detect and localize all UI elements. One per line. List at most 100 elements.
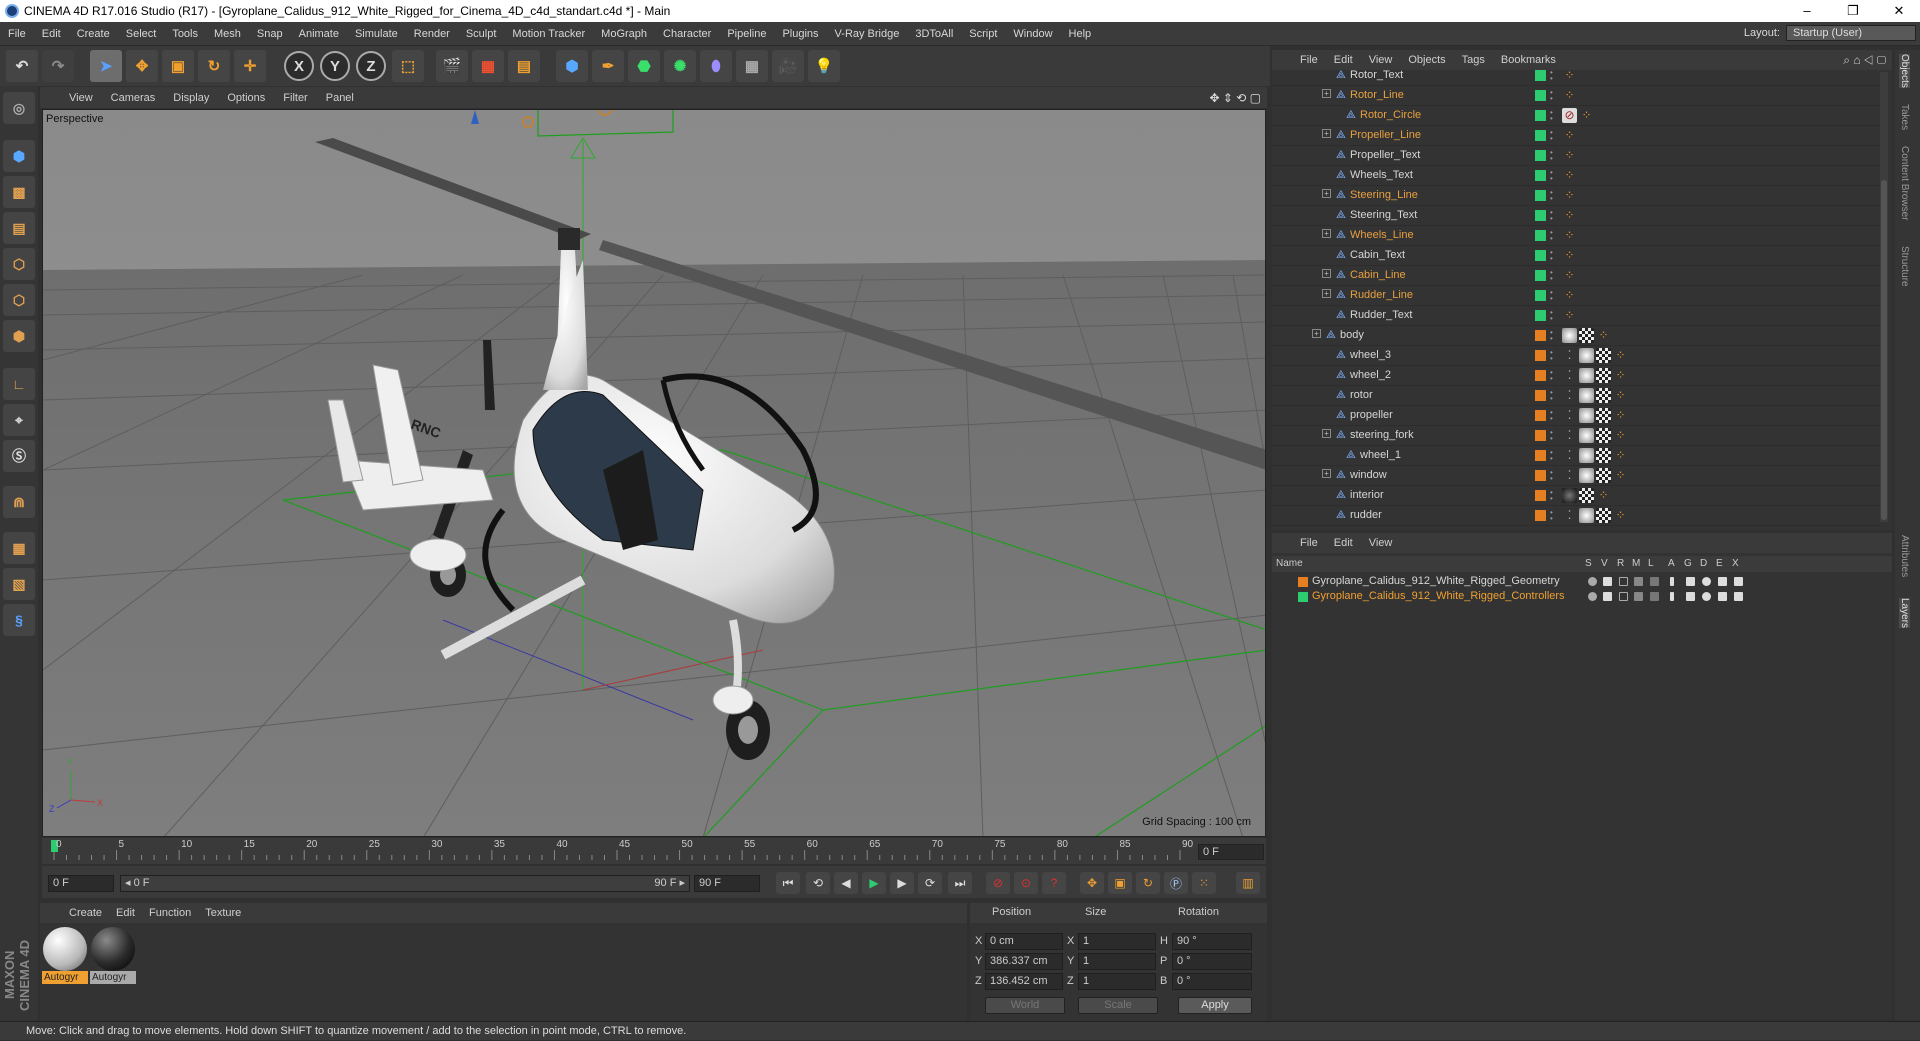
- tab-objects[interactable]: Objects: [1899, 54, 1910, 88]
- array-button[interactable]: ✺: [664, 50, 696, 82]
- render-settings-button[interactable]: ▤: [508, 50, 540, 82]
- menu-motion-tracker[interactable]: Motion Tracker: [504, 28, 593, 40]
- material-tag-icon[interactable]: [1562, 328, 1577, 343]
- viewport-menu-view[interactable]: View: [60, 92, 102, 104]
- position-z-field[interactable]: 136.452 cm: [985, 973, 1063, 990]
- layer-menu-edit[interactable]: Edit: [1326, 537, 1361, 549]
- selection-tag-icon[interactable]: ⁚: [1562, 508, 1577, 523]
- timeline-ruler[interactable]: 0 5 10 15 20 25 30 35 40 45 50 55 60 65 70 75 80 85 90: [42, 838, 1266, 864]
- object-row[interactable]: + ⟁ Cabin_Line • • ⁘: [1272, 266, 1882, 286]
- layer-menu-file[interactable]: File: [1292, 537, 1326, 549]
- xpresso-tag-icon[interactable]: ⁘: [1562, 308, 1577, 323]
- rotation-p-field[interactable]: 0 °: [1172, 953, 1252, 970]
- selection-tag-icon[interactable]: ⁚: [1562, 388, 1577, 403]
- xpresso-tag-icon[interactable]: ⁘: [1562, 88, 1577, 103]
- expand-toggle[interactable]: +: [1322, 289, 1331, 298]
- tab-structure[interactable]: Structure: [1899, 246, 1910, 287]
- menu-edit[interactable]: Edit: [34, 28, 69, 40]
- layer-color-tag[interactable]: [1535, 210, 1546, 221]
- layer-color-tag[interactable]: [1535, 350, 1546, 361]
- visibility-dots[interactable]: • •: [1550, 129, 1554, 143]
- layer-color-tag[interactable]: [1535, 430, 1546, 441]
- menu-simulate[interactable]: Simulate: [347, 28, 406, 40]
- light-button[interactable]: 💡: [808, 50, 840, 82]
- expression-icon[interactable]: [1718, 592, 1727, 601]
- expression-icon[interactable]: [1718, 577, 1727, 586]
- lock-icon[interactable]: [1650, 577, 1659, 586]
- 3d-viewport[interactable]: RNC Y X Z Perspective Grid Spacing : 100…: [42, 109, 1266, 837]
- xpresso-tag-icon[interactable]: ⁘: [1596, 328, 1611, 343]
- manager-icon[interactable]: [1634, 577, 1643, 586]
- menu-plugins[interactable]: Plugins: [774, 28, 826, 40]
- solo-icon[interactable]: [1588, 577, 1597, 586]
- menu-render[interactable]: Render: [406, 28, 458, 40]
- eye-icon[interactable]: [1603, 592, 1612, 601]
- menu-tools[interactable]: Tools: [164, 28, 206, 40]
- snap-button[interactable]: Ⓢ: [3, 440, 35, 472]
- workplane-mode-button[interactable]: ▤: [3, 212, 35, 244]
- xpresso-tag-icon[interactable]: ⁘: [1562, 70, 1577, 83]
- model-mode-button[interactable]: ⬢: [3, 140, 35, 172]
- close-button[interactable]: ✕: [1876, 0, 1920, 22]
- scale-tool-button[interactable]: ▣: [162, 50, 194, 82]
- expand-toggle[interactable]: +: [1322, 129, 1331, 138]
- object-menu-view[interactable]: View: [1361, 54, 1401, 66]
- layer-menu-view[interactable]: View: [1361, 537, 1401, 549]
- object-menu-objects[interactable]: Objects: [1400, 54, 1453, 66]
- key-parameter-button[interactable]: Ⓟ: [1164, 872, 1188, 894]
- object-name[interactable]: Cabin_Line: [1350, 269, 1406, 281]
- object-menu-tags[interactable]: Tags: [1454, 54, 1493, 66]
- subdivision-button[interactable]: ⬣: [628, 50, 660, 82]
- tab-takes[interactable]: Takes: [1899, 104, 1910, 130]
- visibility-dots[interactable]: • •: [1550, 70, 1554, 83]
- selection-tag-icon[interactable]: ⁚: [1562, 448, 1577, 463]
- xpresso-tag-icon[interactable]: ⁘: [1613, 368, 1628, 383]
- position-y-field[interactable]: 386.337 cm: [985, 953, 1063, 970]
- visibility-dots[interactable]: • •: [1550, 189, 1554, 203]
- object-menu-bookmarks[interactable]: Bookmarks: [1493, 54, 1564, 66]
- object-row[interactable]: + ⟁ Wheels_Line • • ⁘: [1272, 226, 1882, 246]
- layer-color-tag[interactable]: [1535, 250, 1546, 261]
- next-key-button[interactable]: ⟳: [918, 872, 942, 894]
- object-name[interactable]: wheel_2: [1350, 369, 1391, 381]
- object-name[interactable]: Wheels_Text: [1350, 169, 1413, 181]
- uvw-tag-icon[interactable]: [1596, 408, 1611, 423]
- material-item[interactable]: Autogyr: [42, 927, 88, 984]
- material-menu-texture[interactable]: Texture: [198, 907, 248, 919]
- selection-tag-icon[interactable]: ⁚: [1562, 348, 1577, 363]
- key-position-button[interactable]: ✥: [1080, 872, 1104, 894]
- object-row[interactable]: ⟁ Propeller_Text • • ⁘: [1272, 146, 1882, 166]
- menu-select[interactable]: Select: [118, 28, 165, 40]
- object-row[interactable]: + ⟁ body • • ⁘: [1272, 326, 1882, 346]
- xref-icon[interactable]: [1734, 592, 1743, 601]
- layer-color-tag[interactable]: [1535, 110, 1546, 121]
- axis-z-button[interactable]: Z: [356, 51, 386, 81]
- redo-button[interactable]: ↷: [42, 50, 74, 82]
- xpresso-tag-icon[interactable]: ⁘: [1613, 348, 1628, 363]
- maximize-button[interactable]: ❐: [1830, 0, 1876, 22]
- layer-color-tag[interactable]: [1535, 370, 1546, 381]
- object-name[interactable]: wheel_1: [1360, 449, 1401, 461]
- selection-tag-icon[interactable]: ⁚: [1562, 428, 1577, 443]
- material-tag-icon[interactable]: [1579, 508, 1594, 523]
- layer-color-tag[interactable]: [1535, 410, 1546, 421]
- object-name[interactable]: Rotor_Circle: [1360, 109, 1421, 121]
- object-name[interactable]: interior: [1350, 489, 1384, 501]
- layer-color-swatch[interactable]: [1298, 592, 1308, 602]
- menu-pipeline[interactable]: Pipeline: [719, 28, 774, 40]
- object-row[interactable]: + ⟁ Rudder_Line • • ⁘: [1272, 286, 1882, 306]
- coordinate-system-button[interactable]: ⬚: [392, 50, 424, 82]
- magnet-button[interactable]: ⋒: [3, 486, 35, 518]
- live-select-button[interactable]: ✛: [234, 50, 266, 82]
- viewport-menu-display[interactable]: Display: [164, 92, 218, 104]
- make-editable-button[interactable]: ◎: [3, 92, 35, 124]
- key-pla-button[interactable]: ⁙: [1192, 872, 1216, 894]
- minimize-button[interactable]: –: [1784, 0, 1830, 22]
- menu-vray-bridge[interactable]: V-Ray Bridge: [827, 28, 908, 40]
- record-keys-button[interactable]: ⊘: [986, 872, 1010, 894]
- play-button[interactable]: ▶: [862, 872, 886, 894]
- tab-layers[interactable]: Layers: [1899, 598, 1910, 629]
- protection-tag-icon[interactable]: ⊘: [1562, 108, 1577, 123]
- deformer-icon[interactable]: [1702, 592, 1711, 601]
- lock-icon[interactable]: [1650, 592, 1659, 601]
